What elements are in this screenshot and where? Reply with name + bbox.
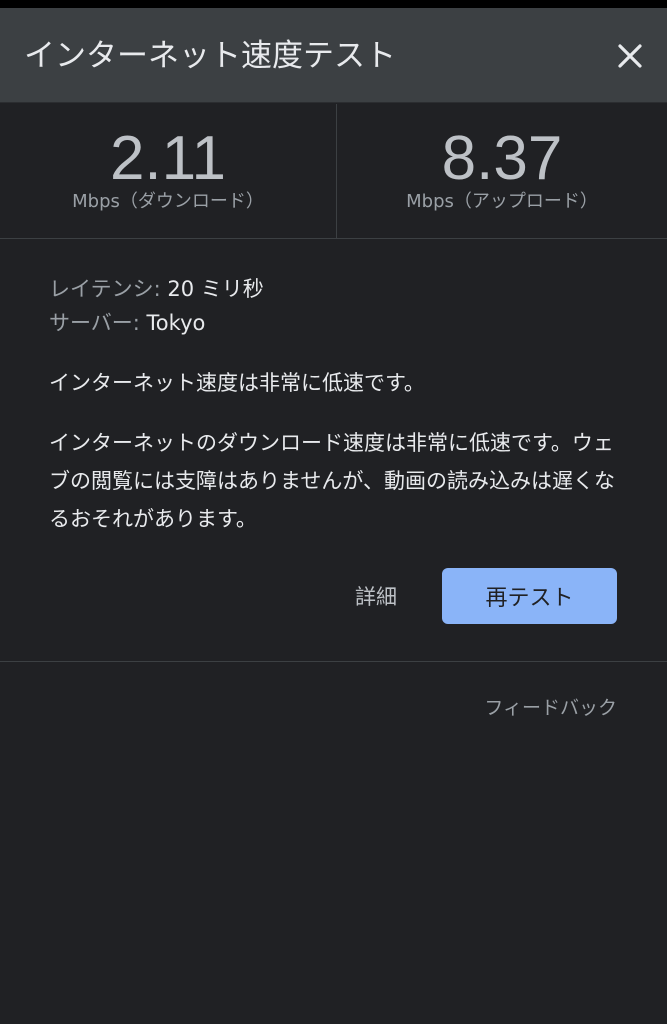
latency-row: レイテンシ: 20 ミリ秒 [49, 272, 629, 306]
close-button[interactable] [608, 34, 652, 78]
server-value: Tokyo [146, 311, 206, 335]
dialog-title: インターネット速度テスト [24, 38, 396, 74]
speed-summary: インターネット速度は非常に低速です。 [49, 371, 425, 395]
upload-speed-unit: Mbps（アップロード） [406, 191, 598, 212]
server-label: サーバー: [49, 311, 147, 335]
footer-divider [0, 661, 667, 662]
close-icon [618, 44, 642, 68]
details-button[interactable]: 詳細 [336, 568, 416, 624]
speed-description: インターネットのダウンロード速度は非常に低速です。ウェブの閲覧には支障はありませ… [49, 431, 615, 531]
server-row: サーバー: Tokyo [49, 306, 629, 340]
dialog-header: インターネット速度テスト [0, 8, 667, 103]
download-speed-value: 2.11 [109, 124, 227, 193]
upload-result: 8.37 Mbps（アップロード） [337, 104, 667, 238]
latency-label: レイテンシ: [49, 277, 168, 301]
retest-button[interactable]: 再テスト [442, 568, 617, 624]
feedback-link[interactable]: フィードバック [484, 692, 617, 724]
latency-value: 20 ミリ秒 [167, 277, 264, 301]
top-system-strip [0, 0, 667, 8]
upload-speed-value: 8.37 [441, 124, 563, 193]
download-result: 2.11 Mbps（ダウンロード） [0, 104, 336, 238]
download-speed-unit: Mbps（ダウンロード） [72, 191, 264, 212]
speed-results: 2.11 Mbps（ダウンロード） 8.37 Mbps（アップロード） [0, 104, 667, 239]
connection-details: レイテンシ: 20 ミリ秒 サーバー: Tokyo [49, 272, 629, 340]
